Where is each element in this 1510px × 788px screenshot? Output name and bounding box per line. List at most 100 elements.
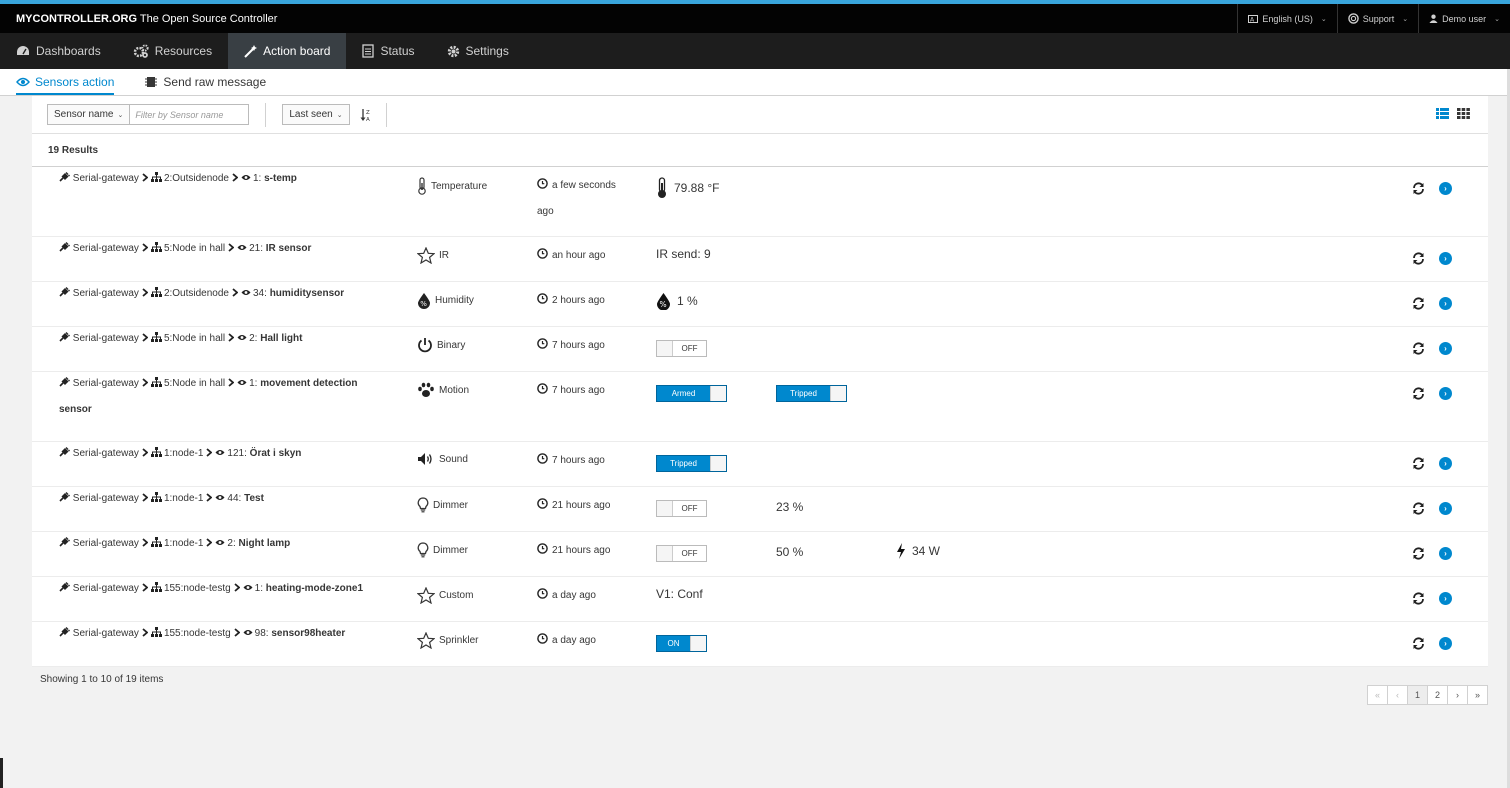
node-link[interactable]: 5:Node in hall [164,333,225,344]
brand[interactable]: MYCONTROLLER.ORG The Open Source Control… [0,13,277,25]
details-button[interactable]: › [1439,342,1452,355]
gateway-link[interactable]: Serial-gateway [73,493,139,504]
sensor-type-label: Humidity [435,295,474,306]
next-page-button[interactable]: › [1447,685,1468,705]
prev-page-button[interactable]: ‹ [1387,685,1408,705]
sensor-name[interactable]: heating-mode-zone1 [266,583,363,594]
node-link[interactable]: 155:node-testg [164,628,231,639]
dashboard-icon [16,45,30,57]
sensor-value-label: V1: Conf [656,587,703,601]
sensor-row: Serial-gateway 5:Node in hall 1: movement … [32,372,1488,442]
details-button[interactable]: › [1439,252,1452,265]
tripped-toggle[interactable]: Tripped [656,455,727,472]
node-link[interactable]: 1:node-1 [164,493,203,504]
sensor-type: % Humidity [417,292,474,309]
last-page-button[interactable]: » [1467,685,1488,705]
sensor-name[interactable]: Hall light [260,333,302,344]
sensor-name[interactable]: Test [244,493,264,504]
tab-sensors-action[interactable]: Sensors action [16,75,115,95]
sensor-name[interactable]: sensor98heater [271,628,345,639]
refresh-icon[interactable] [1412,637,1425,650]
sort-select[interactable]: Last seen ⌄ [282,104,350,125]
refresh-icon[interactable] [1412,592,1425,605]
details-button[interactable]: › [1439,182,1452,195]
sensor-name[interactable]: s-temp [264,173,297,184]
tab-send-raw-message[interactable]: Send raw message [144,75,266,95]
details-button[interactable]: › [1439,457,1452,470]
refresh-icon[interactable] [1412,252,1425,265]
node-link[interactable]: 1:node-1 [164,448,203,459]
details-button[interactable]: › [1439,297,1452,310]
eye-icon [241,288,253,299]
details-button[interactable]: › [1439,547,1452,560]
on-toggle[interactable]: ON [656,635,707,652]
off-toggle[interactable]: OFF [656,545,707,562]
eye-icon [241,173,253,184]
chevron-down-icon: ⌄ [1494,15,1500,23]
nav-label: Action board [263,44,331,58]
magic-wand-icon [244,44,258,58]
refresh-icon[interactable] [1412,502,1425,515]
page-2-button[interactable]: 2 [1427,685,1448,705]
language-menu[interactable]: A English (US) ⌄ [1237,4,1336,33]
node-link[interactable]: 1:node-1 [164,538,203,549]
off-toggle[interactable]: OFF [656,340,707,357]
details-button[interactable]: › [1439,387,1452,400]
gateway-link[interactable]: Serial-gateway [73,173,139,184]
nav-status[interactable]: Status [346,33,430,69]
tripped-toggle[interactable]: Tripped [776,385,847,402]
list-view-icon[interactable] [1436,108,1449,119]
sensor-name[interactable]: Örat i skyn [250,448,302,459]
gateway-link[interactable]: Serial-gateway [73,448,139,459]
node-link[interactable]: 2:Outsidenode [164,288,229,299]
refresh-icon[interactable] [1412,182,1425,195]
node-link[interactable]: 2:Outsidenode [164,173,229,184]
sensor-name[interactable]: humiditysensor [270,288,344,299]
card-view-icon[interactable] [1457,108,1470,119]
sensor-value-2: 23 % [776,500,804,514]
sensor-value: V1: Conf [656,587,703,601]
details-button[interactable]: › [1439,502,1452,515]
sensor-name[interactable]: Night lamp [239,538,291,549]
refresh-icon[interactable] [1412,387,1425,400]
toggle-knob [830,386,846,401]
node-link[interactable]: 155:node-testg [164,583,231,594]
gateway-link[interactable]: Serial-gateway [73,333,139,344]
dimmer-icon [417,497,429,513]
sensor-name[interactable]: IR sensor [266,243,312,254]
details-button[interactable]: › [1439,592,1452,605]
sensor-id: 1: [253,173,265,184]
toggle-label: Armed [657,386,710,401]
off-toggle[interactable]: OFF [656,500,707,517]
gateway-link[interactable]: Serial-gateway [73,628,139,639]
sort-direction-icon[interactable]: ZA [360,108,372,122]
refresh-icon[interactable] [1412,457,1425,470]
nav-resources[interactable]: Resources [117,33,228,69]
nav-dashboards[interactable]: Dashboards [0,33,117,69]
clock-icon [537,178,552,191]
nav-settings[interactable]: Settings [431,33,525,69]
nav-action-board[interactable]: Action board [228,33,347,69]
page-1-button[interactable]: 1 [1407,685,1428,705]
gateway-link[interactable]: Serial-gateway [73,583,139,594]
gateway-link[interactable]: Serial-gateway [73,243,139,254]
details-button[interactable]: › [1439,637,1452,650]
node-link[interactable]: 5:Node in hall [164,378,225,389]
gateway-link[interactable]: Serial-gateway [73,288,139,299]
first-page-button[interactable]: « [1367,685,1388,705]
gateway-link[interactable]: Serial-gateway [73,378,139,389]
gateway-link[interactable]: Serial-gateway [73,538,139,549]
support-menu[interactable]: Support ⌄ [1336,4,1418,33]
sensor-row: Serial-gateway 155:node-testg 98: sensor98… [32,622,1488,667]
filter-field-select[interactable]: Sensor name ⌄ [48,105,131,124]
armed-toggle[interactable]: Armed [656,385,727,402]
refresh-icon[interactable] [1412,547,1425,560]
user-menu[interactable]: Demo user ⌄ [1418,4,1510,33]
filter-input[interactable]: Filter by Sensor name [130,105,249,124]
top-bar: MYCONTROLLER.ORG The Open Source Control… [0,4,1510,33]
sensor-type-label: Sprinkler [439,635,479,646]
refresh-icon[interactable] [1412,342,1425,355]
refresh-icon[interactable] [1412,297,1425,310]
node-link[interactable]: 5:Node in hall [164,243,225,254]
sensor-value: IR send: 9 [656,247,711,261]
